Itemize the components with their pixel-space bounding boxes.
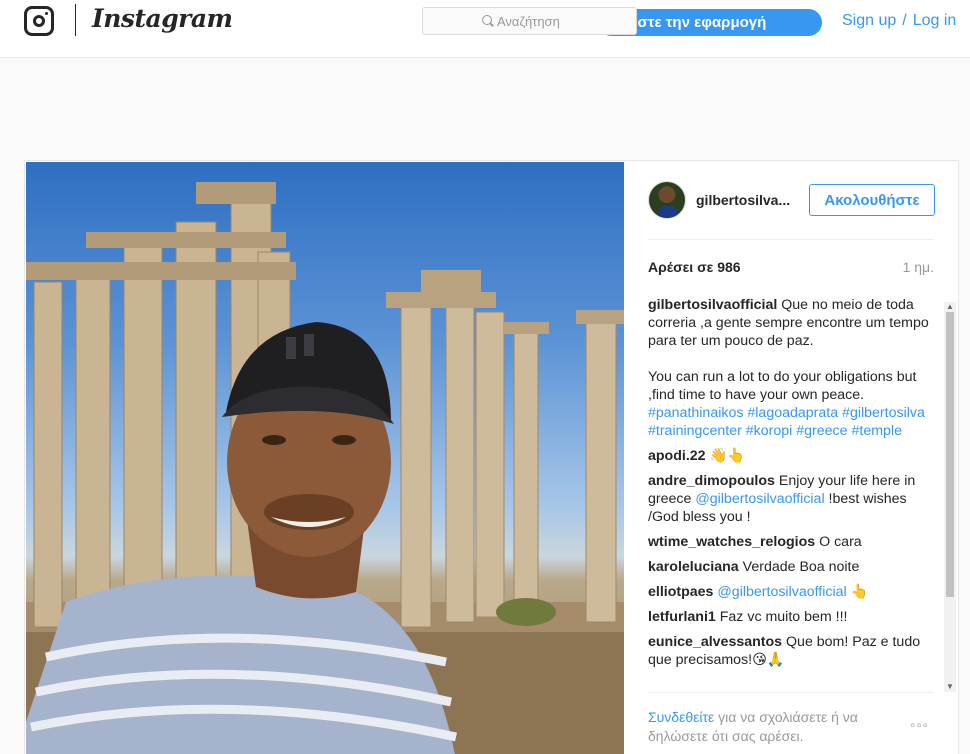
comment-username[interactable]: karoleluciana bbox=[648, 559, 739, 575]
follow-button[interactable]: Ακολουθήστε bbox=[809, 184, 935, 216]
avatar[interactable] bbox=[648, 181, 686, 219]
list-item: wtime_watches_relogios O cara bbox=[648, 533, 940, 551]
comment-scrollbar[interactable]: ▲ ▼ bbox=[944, 302, 956, 692]
list-item: letfurlani1 Faz vc muito bem !!! bbox=[648, 608, 940, 626]
list-item: eunice_alvessantos Que bom! Paz e tudo q… bbox=[648, 633, 940, 669]
login-link[interactable]: Log in bbox=[913, 12, 957, 29]
comment-username[interactable]: elliotpaes bbox=[648, 584, 713, 600]
auth-links: Sign up / Log in bbox=[842, 12, 956, 30]
post-card: gilbertosilva... Ακολουθήστε Αρέσει σε 9… bbox=[24, 160, 959, 754]
mention-link[interactable]: @gilbertosilvaofficial bbox=[717, 584, 846, 600]
comment-text: O cara bbox=[815, 534, 862, 550]
comment-text-rest: 👆 bbox=[846, 584, 869, 600]
comment-username[interactable]: letfurlani1 bbox=[648, 609, 716, 625]
hashtags[interactable]: #panathinaikos #lagoadaprata #gilbertosi… bbox=[648, 405, 925, 439]
camera-flash-dot bbox=[45, 12, 48, 15]
comment-list[interactable]: gilbertosilvaofficial Que no meio de tod… bbox=[648, 296, 940, 692]
auth-separator: / bbox=[902, 12, 907, 29]
login-to-comment-link[interactable]: Συνδεθείτε bbox=[648, 709, 714, 725]
scroll-up-arrow-icon[interactable]: ▲ bbox=[944, 302, 956, 312]
comment-username[interactable]: wtime_watches_relogios bbox=[648, 534, 815, 550]
more-options-icon[interactable]: ◦◦◦ bbox=[910, 717, 929, 734]
post-footer: Συνδεθείτε για να σχολιάσετε ή να δηλώσε… bbox=[648, 692, 934, 754]
likes-row: Αρέσει σε 986 1 ημ. bbox=[648, 259, 934, 279]
comment-text: Verdade Boa noite bbox=[738, 559, 860, 575]
list-item: karoleluciana Verdade Boa noite bbox=[648, 558, 940, 576]
search-icon bbox=[482, 15, 492, 25]
likes-count[interactable]: Αρέσει σε 986 bbox=[648, 259, 741, 275]
post-photo[interactable] bbox=[26, 162, 624, 754]
login-prompt: Συνδεθείτε για να σχολιάσετε ή να δηλώσε… bbox=[648, 708, 888, 746]
scrollbar-thumb[interactable] bbox=[946, 312, 954, 597]
post-time[interactable]: 1 ημ. bbox=[903, 259, 934, 275]
comment-text: 👋👆 bbox=[705, 448, 745, 464]
comment-text: Faz vc muito bem !!! bbox=[715, 609, 848, 625]
comment-username[interactable]: gilbertosilvaofficial bbox=[648, 297, 777, 313]
search-input[interactable] bbox=[497, 12, 627, 30]
instagram-camera-icon[interactable] bbox=[24, 6, 54, 36]
caption-comment: gilbertosilvaofficial Que no meio de tod… bbox=[648, 296, 940, 440]
comment-username[interactable]: andre_dimopoulos bbox=[648, 473, 775, 489]
post-sidebar: gilbertosilva... Ακολουθήστε Αρέσει σε 9… bbox=[624, 161, 960, 754]
camera-lens-shape bbox=[33, 15, 45, 27]
mention-link[interactable]: @gilbertosilvaofficial bbox=[695, 491, 824, 507]
post-header: gilbertosilva... Ακολουθήστε bbox=[648, 161, 935, 240]
list-item: andre_dimopoulos Enjoy your life here in… bbox=[648, 472, 940, 526]
top-navigation-bar: Instagram εβάστε την εφαρμογή Sign up/Lo… bbox=[0, 0, 970, 58]
author-username[interactable]: gilbertosilva... bbox=[696, 192, 796, 208]
comment-username[interactable]: eunice_alvessantos bbox=[648, 634, 782, 650]
list-item: apodi.22 👋👆 bbox=[648, 447, 940, 465]
comment-username[interactable]: apodi.22 bbox=[648, 448, 706, 464]
signup-link[interactable]: Sign up bbox=[842, 12, 896, 29]
search-box[interactable] bbox=[422, 7, 637, 35]
scroll-down-arrow-icon[interactable]: ▼ bbox=[944, 682, 956, 692]
instagram-wordmark[interactable]: Instagram bbox=[92, 4, 233, 33]
temple-selfie-illustration bbox=[26, 182, 624, 754]
logo-divider bbox=[75, 4, 76, 36]
list-item: elliotpaes @gilbertosilvaofficial 👆 bbox=[648, 583, 940, 601]
